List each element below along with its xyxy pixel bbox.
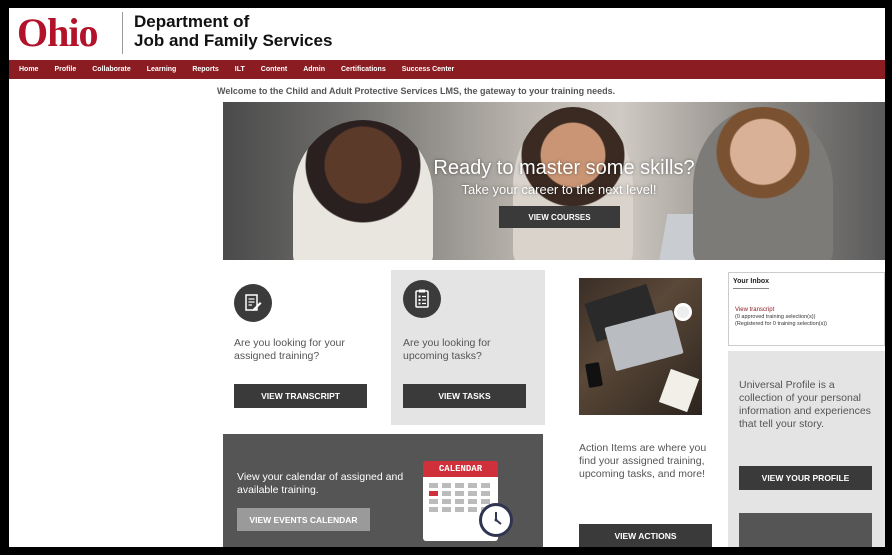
nav-success-center[interactable]: Success Center xyxy=(402,66,455,73)
actions-text: Action Items are where you find your ass… xyxy=(579,442,707,480)
calendar-icon-label: CALENDAR xyxy=(423,461,498,477)
logo-divider xyxy=(122,12,123,54)
tasks-card: Are you looking for upcoming tasks? VIEW… xyxy=(391,270,545,425)
photo-notebook xyxy=(658,368,700,413)
dept-line-1: Department of xyxy=(134,12,250,31)
transcript-card: Are you looking for your assigned traini… xyxy=(223,270,383,425)
hero-subtitle: Take your career to the next level! xyxy=(461,182,657,197)
dept-line-2: Job and Family Services xyxy=(134,31,333,50)
view-courses-button[interactable]: VIEW COURSES xyxy=(499,206,620,228)
profile-card: Universal Profile is a collection of you… xyxy=(728,351,885,547)
inbox-title: Your Inbox xyxy=(733,278,770,285)
nav-home[interactable]: Home xyxy=(19,66,38,73)
profile-text: Universal Profile is a collection of you… xyxy=(739,379,871,430)
inbox-registered-count: (Registered for 0 training selection(s)) xyxy=(735,321,828,327)
clock-icon xyxy=(479,503,513,537)
logo-letters: hio xyxy=(47,10,98,55)
view-events-calendar-button[interactable]: VIEW EVENTS CALENDAR xyxy=(237,508,370,531)
checklist-icon xyxy=(403,280,441,318)
view-profile-button[interactable]: VIEW YOUR PROFILE xyxy=(739,466,872,490)
inbox-panel: Your Inbox View transcript (0 approved t… xyxy=(728,272,885,346)
action-items-photo xyxy=(579,278,702,415)
hero-title: Ready to master some skills? xyxy=(433,157,695,179)
hero-overlay: Ready to master some skills? Take your c… xyxy=(223,102,885,260)
calendar-icon-grid xyxy=(429,483,490,512)
nav-profile[interactable]: Profile xyxy=(54,66,76,73)
photo-phone xyxy=(585,361,603,389)
tasks-text: Are you looking for upcoming tasks? xyxy=(403,337,491,362)
nav-ilt[interactable]: ILT xyxy=(235,66,245,73)
nav-certifications[interactable]: Certifications xyxy=(341,66,386,73)
view-transcript-button[interactable]: VIEW TRANSCRIPT xyxy=(234,384,367,408)
calendar-text: View your calendar of assigned and avail… xyxy=(237,471,404,496)
photo-coffee-cup xyxy=(674,303,692,321)
profile-secondary-panel xyxy=(739,513,872,547)
page-frame: Ohio Department of Job and Family Servic… xyxy=(9,8,885,547)
transcript-text: Are you looking for your assigned traini… xyxy=(234,337,345,362)
site-header: Ohio Department of Job and Family Servic… xyxy=(9,8,885,60)
nav-reports[interactable]: Reports xyxy=(192,66,218,73)
view-tasks-button[interactable]: VIEW TASKS xyxy=(403,384,526,408)
view-actions-button[interactable]: VIEW ACTIONS xyxy=(579,524,712,547)
welcome-message: Welcome to the Child and Adult Protectiv… xyxy=(217,86,616,96)
nav-collaborate[interactable]: Collaborate xyxy=(92,66,131,73)
calendar-card: View your calendar of assigned and avail… xyxy=(223,434,543,547)
inbox-approved-count: (0 approved training selection(s)) xyxy=(735,314,816,320)
nav-admin[interactable]: Admin xyxy=(303,66,325,73)
nav-content[interactable]: Content xyxy=(261,66,287,73)
edit-document-icon xyxy=(234,284,272,322)
calendar-icon: CALENDAR xyxy=(423,461,513,541)
department-name: Department of Job and Family Services xyxy=(134,12,332,50)
inbox-view-transcript-link[interactable]: View transcript xyxy=(735,307,774,313)
ohio-logo[interactable]: Ohio xyxy=(17,10,98,55)
nav-learning[interactable]: Learning xyxy=(147,66,177,73)
logo-letter-o: O xyxy=(17,10,48,55)
inbox-title-underline xyxy=(733,288,769,289)
hero-banner: Ready to master some skills? Take your c… xyxy=(223,102,885,260)
main-nav: Home Profile Collaborate Learning Report… xyxy=(9,60,885,79)
